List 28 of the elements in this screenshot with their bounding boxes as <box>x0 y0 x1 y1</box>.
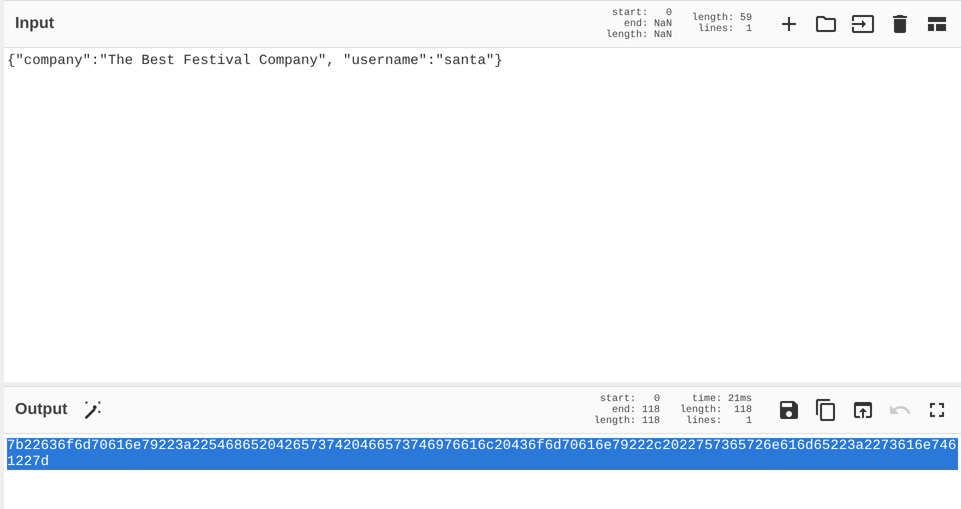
selection-stat-label: end: <box>610 404 636 416</box>
selection-stat-value: 118 <box>642 416 660 426</box>
text-stat-value: 21ms <box>728 394 752 404</box>
selection-stat-value: NaN <box>654 30 672 40</box>
input-text: {"company":"The Best Festival Company", "username":"santa"} <box>6 52 504 71</box>
output-text: 7b22636f6d70616e79223a22546865204265737420466573746976616c20436f6d70616e79222c2022757365726e616d65223a2273616e7461227d <box>7 438 958 470</box>
text-stat-label: lines: <box>696 24 734 35</box>
pane-title: Output <box>15 400 68 420</box>
selection-stat-label: length: <box>606 30 648 40</box>
selection-stat-value: 0 <box>652 394 660 404</box>
text-stat-value: 1 <box>744 24 752 35</box>
copy-icon <box>814 398 838 422</box>
selection-stat-label: length: <box>594 416 636 426</box>
selection-stat-value: 118 <box>642 404 660 416</box>
text-stat-value: 1 <box>744 416 752 426</box>
text-stat-value: 59 <box>740 13 752 24</box>
pane-title: Input <box>15 14 54 34</box>
selection-stat-label: end: <box>622 18 648 30</box>
text-stat-label: length: <box>692 13 734 24</box>
text-stat-value: 118 <box>732 404 752 416</box>
selection-stat-value: 0 <box>664 8 672 18</box>
text-stat-label: lines: <box>686 416 722 426</box>
selection-stat-value: NaN <box>654 18 672 30</box>
text-stat-label: time: <box>690 394 722 404</box>
import-icon <box>850 12 874 36</box>
selection-stat-label: start: <box>598 394 636 404</box>
selection-stat-label: start: <box>610 8 648 18</box>
text-stat-label: length: <box>680 404 722 416</box>
